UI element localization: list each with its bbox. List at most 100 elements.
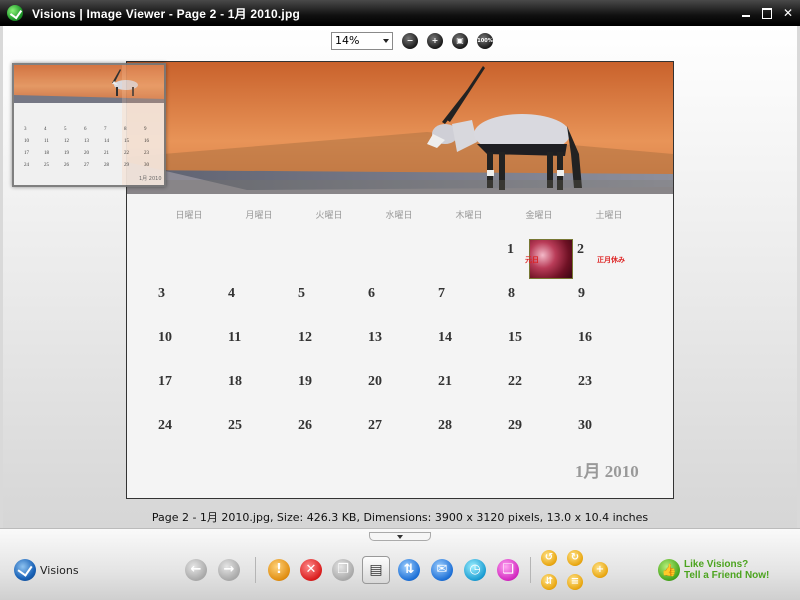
- forward-button[interactable]: →: [218, 559, 240, 581]
- weekday-tue: 火曜日: [315, 211, 343, 221]
- nav-day: 19: [64, 151, 69, 156]
- day-cell: 4: [228, 286, 235, 301]
- nav-day: 3: [24, 127, 27, 132]
- nav-day: 11: [44, 139, 49, 144]
- nav-day: 17: [24, 151, 29, 156]
- holiday-label-2: 正月休み: [597, 256, 625, 264]
- nav-day: 14: [104, 139, 109, 144]
- day-cell: 23: [578, 374, 592, 389]
- share-button[interactable]: ⇅: [398, 559, 420, 581]
- nav-day: 13: [84, 139, 89, 144]
- nav-day: 5: [64, 127, 67, 132]
- nav-day: 8: [124, 127, 127, 132]
- day-cell: 6: [368, 286, 375, 301]
- day-cell: 25: [228, 418, 242, 433]
- nav-day: 25: [44, 163, 49, 168]
- actual-size-icon[interactable]: 100%: [477, 33, 493, 49]
- zoom-out-icon[interactable]: −: [402, 33, 418, 49]
- chevron-down-icon: [383, 39, 389, 43]
- close-button[interactable]: ✕: [781, 6, 795, 20]
- nav-day: 7: [104, 127, 107, 132]
- title-bar: Visions | Image Viewer - Page 2 - 1月 201…: [0, 0, 800, 26]
- weekday-header: 日曜日 月曜日 火曜日 水曜日 木曜日 金曜日 土曜日: [127, 208, 673, 222]
- nav-day: 6: [84, 127, 87, 132]
- weekday-fri: 金曜日: [525, 211, 553, 221]
- more-button[interactable]: ≡: [567, 574, 583, 590]
- weekday-thu: 木曜日: [455, 211, 483, 221]
- day-cell: 9: [578, 286, 585, 301]
- navigator-thumbnail[interactable]: 3 4 5 6 7 8 9 10 11 12 13 14 15 16 17 18…: [12, 63, 166, 187]
- thumbs-up-icon: 👍: [658, 559, 680, 581]
- day-cell: 20: [368, 374, 382, 389]
- rotate-left-button[interactable]: ↺: [541, 550, 557, 566]
- promo-line-2: Tell a Friend Now!: [684, 570, 770, 581]
- back-button[interactable]: ←: [185, 559, 207, 581]
- bottom-toolbar: Visions ← → ! ✕ ❐ ▤ ⇅ ✉ ◷ ❏ ↺ ↻ ⇵ ≡ + 👍 …: [0, 528, 800, 600]
- nav-day: 30: [144, 163, 149, 168]
- day-cell: 5: [298, 286, 305, 301]
- nav-day: 20: [84, 151, 89, 156]
- nav-day: 15: [124, 139, 129, 144]
- day-cell: 12: [298, 330, 312, 345]
- nav-day: 9: [144, 127, 147, 132]
- nav-day: 28: [104, 163, 109, 168]
- dune-shadow: [127, 62, 673, 194]
- day-cell: 19: [298, 374, 312, 389]
- delete-button[interactable]: ✕: [300, 559, 322, 581]
- toolbar-divider: [255, 557, 256, 583]
- holiday-label-1: 元日: [525, 256, 539, 264]
- day-cell: 24: [158, 418, 172, 433]
- day-cell: 22: [508, 374, 522, 389]
- nav-day: 29: [124, 163, 129, 168]
- nav-day: 16: [144, 139, 149, 144]
- nav-day: 24: [24, 163, 29, 168]
- day-cell: 8: [508, 286, 515, 301]
- day-cell: 27: [368, 418, 382, 433]
- day-cell: 10: [158, 330, 172, 345]
- day-cell: 18: [228, 374, 242, 389]
- app-logo-icon: [7, 5, 23, 21]
- print-button[interactable]: ▤: [362, 556, 390, 584]
- day-cell: 14: [438, 330, 452, 345]
- zoom-select[interactable]: 14%: [331, 32, 393, 50]
- nav-day: 10: [24, 139, 29, 144]
- expand-panel-button[interactable]: [369, 532, 431, 541]
- nav-day: 12: [64, 139, 69, 144]
- copy-button[interactable]: ❐: [332, 559, 354, 581]
- promo-line-1: Like Visions?: [684, 559, 749, 570]
- nav-day: 26: [64, 163, 69, 168]
- nav-day: 27: [84, 163, 89, 168]
- calendar-image[interactable]: 日曜日 月曜日 火曜日 水曜日 木曜日 金曜日 土曜日 1 元日 2 正月休み …: [126, 61, 674, 499]
- toolbar-divider: [530, 557, 531, 583]
- maximize-button[interactable]: [760, 6, 774, 20]
- slideshow-button[interactable]: ❏: [497, 559, 519, 581]
- visions-logo-icon: [14, 559, 36, 581]
- day-cell: 7: [438, 286, 445, 301]
- day-cell: 28: [438, 418, 452, 433]
- weekday-wed: 水曜日: [385, 211, 413, 221]
- info-button[interactable]: !: [268, 559, 290, 581]
- email-button[interactable]: ✉: [431, 559, 453, 581]
- day-cell: 15: [508, 330, 522, 345]
- day-cell: 26: [298, 418, 312, 433]
- rotate-right-button[interactable]: ↻: [567, 550, 583, 566]
- calendar-month-label: 1月 2010: [575, 462, 639, 481]
- minimize-button[interactable]: [739, 6, 753, 20]
- nav-day: 22: [124, 151, 129, 156]
- day-cell: 21: [438, 374, 452, 389]
- history-button[interactable]: ◷: [464, 559, 486, 581]
- navigator-month-label: 1月 2010: [139, 176, 162, 182]
- brand-label: Visions: [40, 564, 79, 577]
- day-cell: 29: [508, 418, 522, 433]
- nav-day: 18: [44, 151, 49, 156]
- status-text: Page 2 - 1月 2010.jpg, Size: 426.3 KB, Di…: [151, 511, 649, 524]
- day-cell: 16: [578, 330, 592, 345]
- add-button[interactable]: +: [592, 562, 608, 578]
- weekday-mon: 月曜日: [245, 211, 273, 221]
- fit-to-window-icon[interactable]: ▣: [452, 33, 468, 49]
- weekday-sun: 日曜日: [175, 211, 203, 221]
- flip-button[interactable]: ⇵: [541, 574, 557, 590]
- nav-day: 21: [104, 151, 109, 156]
- weekday-sat: 土曜日: [595, 211, 623, 221]
- zoom-in-icon[interactable]: +: [427, 33, 443, 49]
